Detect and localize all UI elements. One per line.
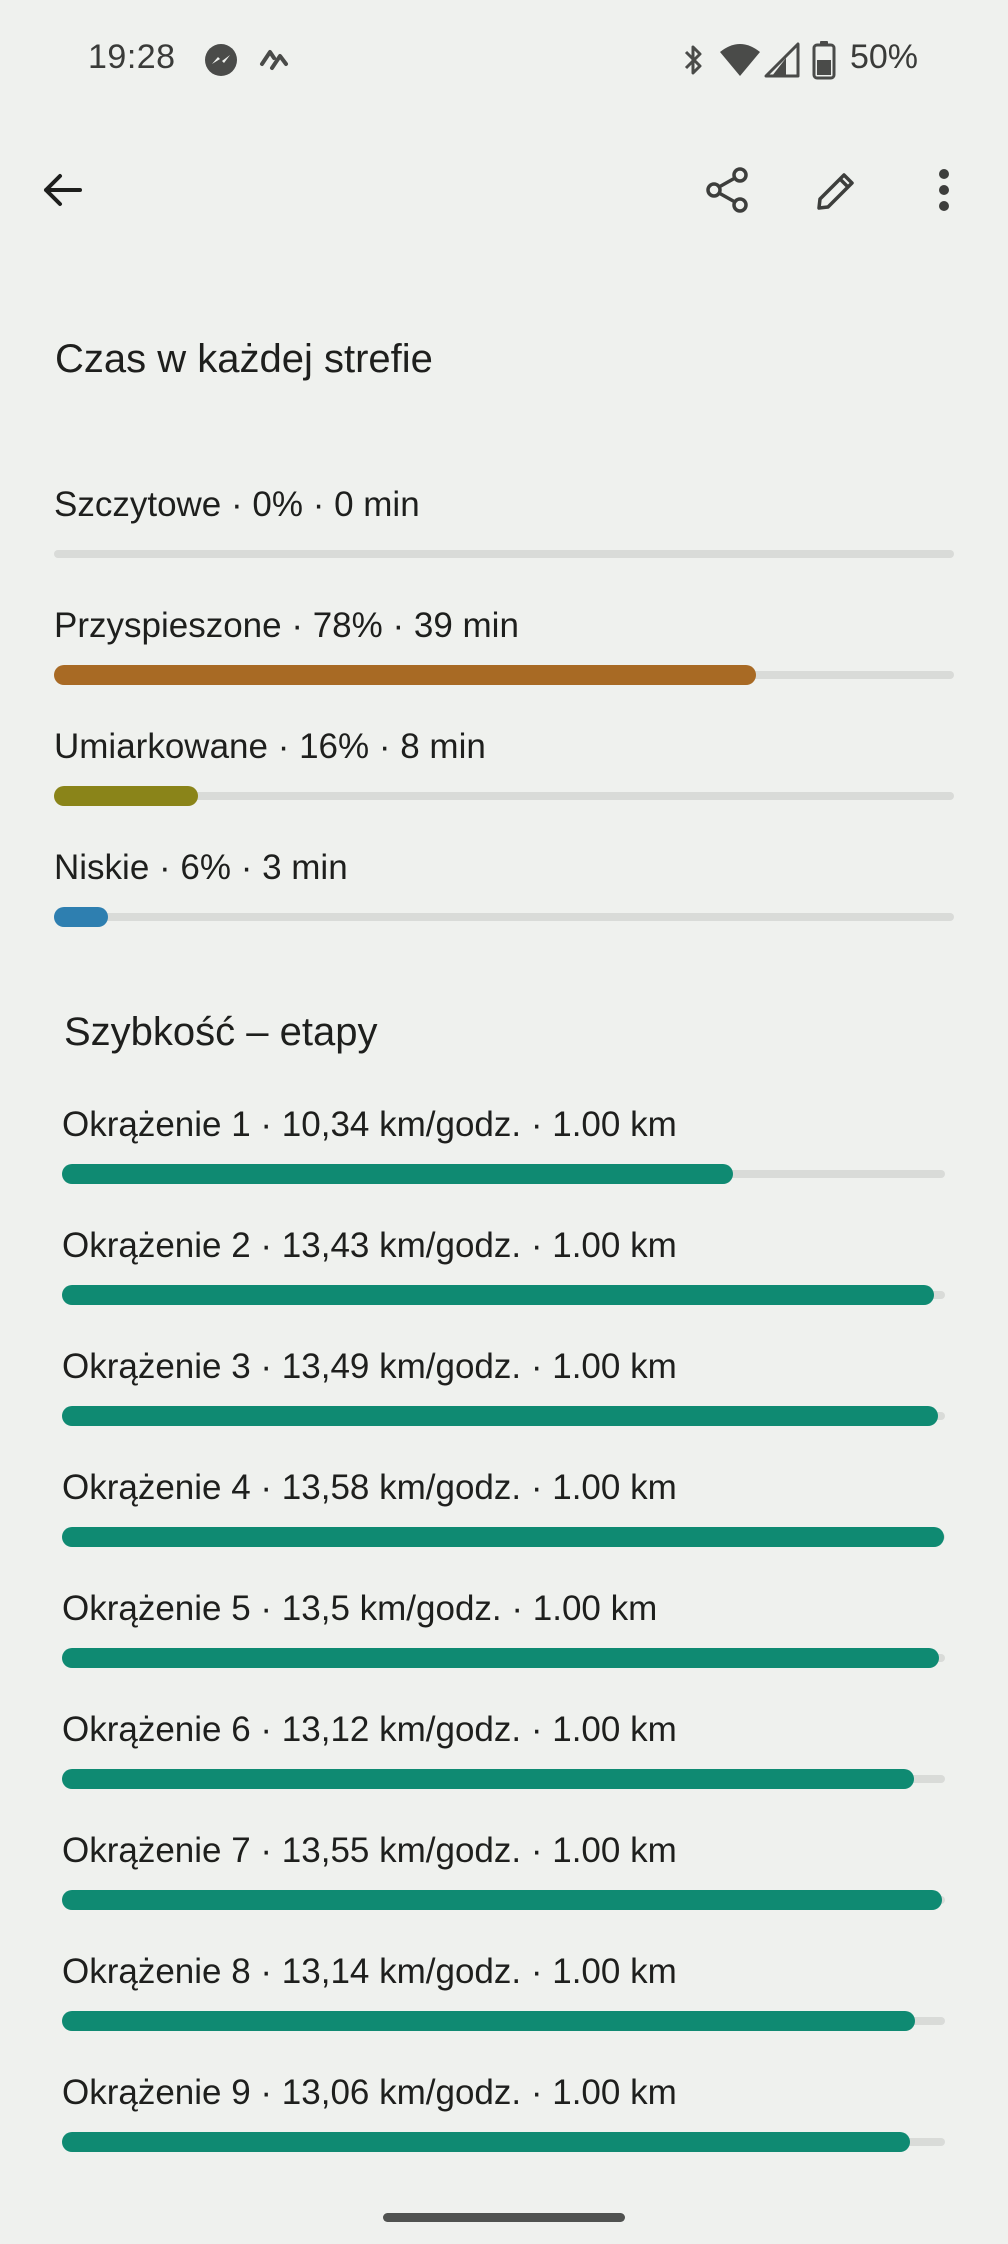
lap-row-fill: [62, 2011, 916, 2031]
lap-row-fill: [62, 1769, 914, 1789]
lap-row: Okrążenie 1 · 10,34 km/godz. · 1.00 km: [62, 1105, 945, 1205]
lap-row: Okrążenie 8 · 13,14 km/godz. · 1.00 km: [62, 1952, 945, 2052]
status-bar: 19:28 50%: [0, 0, 1008, 120]
zone-row-track: [54, 550, 954, 558]
lap-row-label: Okrążenie 6 · 13,12 km/godz. · 1.00 km: [62, 1710, 677, 1749]
lap-row-fill: [62, 1527, 944, 1547]
status-time: 19:28: [88, 38, 176, 76]
battery-percentage: 50%: [849, 38, 918, 76]
lap-row: Okrążenie 7 · 13,55 km/godz. · 1.00 km: [62, 1831, 945, 1931]
share-icon: [706, 167, 748, 213]
lap-row-label: Okrążenie 9 · 13,06 km/godz. · 1.00 km: [62, 2073, 677, 2112]
lap-row: Okrążenie 5 · 13,5 km/godz. · 1.00 km: [62, 1589, 945, 1689]
app-bar: [0, 140, 1008, 240]
zone-row: Przyspieszone · 78% · 39 min: [54, 606, 954, 706]
signal-icon: [764, 42, 800, 78]
back-button[interactable]: [22, 150, 102, 230]
lap-row: Okrążenie 9 · 13,06 km/godz. · 1.00 km: [62, 2073, 945, 2173]
edit-icon: [817, 173, 854, 210]
lap-row-fill: [62, 1164, 734, 1184]
lap-row: Okrążenie 4 · 13,58 km/godz. · 1.00 km: [62, 1468, 945, 1568]
zone-row-fill: [54, 907, 108, 927]
lap-row-fill: [62, 2132, 910, 2152]
lap-row-label: Okrążenie 7 · 13,55 km/godz. · 1.00 km: [62, 1831, 677, 1870]
lap-row: Okrążenie 3 · 13,49 km/godz. · 1.00 km: [62, 1347, 945, 1447]
zone-row-label: Szczytowe · 0% · 0 min: [54, 485, 420, 524]
zone-row: Niskie · 6% · 3 min: [54, 848, 954, 948]
bluetooth-icon: [684, 45, 702, 75]
edit-button[interactable]: [797, 150, 877, 230]
strava-icon: [260, 50, 288, 70]
zone-row-fill: [54, 665, 756, 685]
zone-row-label: Niskie · 6% · 3 min: [54, 848, 348, 887]
battery-icon: [812, 41, 836, 80]
lap-row-label: Okrążenie 1 · 10,34 km/godz. · 1.00 km: [62, 1105, 677, 1144]
zone-row-fill: [54, 786, 198, 806]
arrow-left-icon: [44, 174, 82, 206]
lap-row-fill: [62, 1406, 938, 1426]
zone-row-track: [54, 913, 954, 921]
zone-row: Szczytowe · 0% · 0 min: [54, 485, 954, 585]
home-indicator[interactable]: [383, 2213, 625, 2222]
lap-row-label: Okrążenie 5 · 13,5 km/godz. · 1.00 km: [62, 1589, 658, 1628]
zone-row: Umiarkowane · 16% · 8 min: [54, 727, 954, 827]
more-options-button[interactable]: [904, 150, 984, 230]
more-vert-icon: [939, 169, 949, 211]
lap-row-label: Okrążenie 4 · 13,58 km/godz. · 1.00 km: [62, 1468, 677, 1507]
messenger-icon: [205, 44, 237, 76]
share-button[interactable]: [688, 150, 768, 230]
lap-row: Okrążenie 2 · 13,43 km/godz. · 1.00 km: [62, 1226, 945, 1326]
lap-row-fill: [62, 1890, 942, 1910]
zones-title: Czas w każdej strefie: [55, 337, 433, 381]
laps-title: Szybkość – etapy: [64, 1010, 378, 1054]
lap-row-fill: [62, 1285, 934, 1305]
lap-row-label: Okrążenie 2 · 13,43 km/godz. · 1.00 km: [62, 1226, 677, 1265]
lap-row-label: Okrążenie 8 · 13,14 km/godz. · 1.00 km: [62, 1952, 677, 1991]
lap-row-label: Okrążenie 3 · 13,49 km/godz. · 1.00 km: [62, 1347, 677, 1386]
zone-row-label: Przyspieszone · 78% · 39 min: [54, 606, 519, 645]
lap-row: Okrążenie 6 · 13,12 km/godz. · 1.00 km: [62, 1710, 945, 1810]
lap-row-fill: [62, 1648, 939, 1668]
zone-row-label: Umiarkowane · 16% · 8 min: [54, 727, 486, 766]
wifi-icon: [720, 44, 760, 76]
